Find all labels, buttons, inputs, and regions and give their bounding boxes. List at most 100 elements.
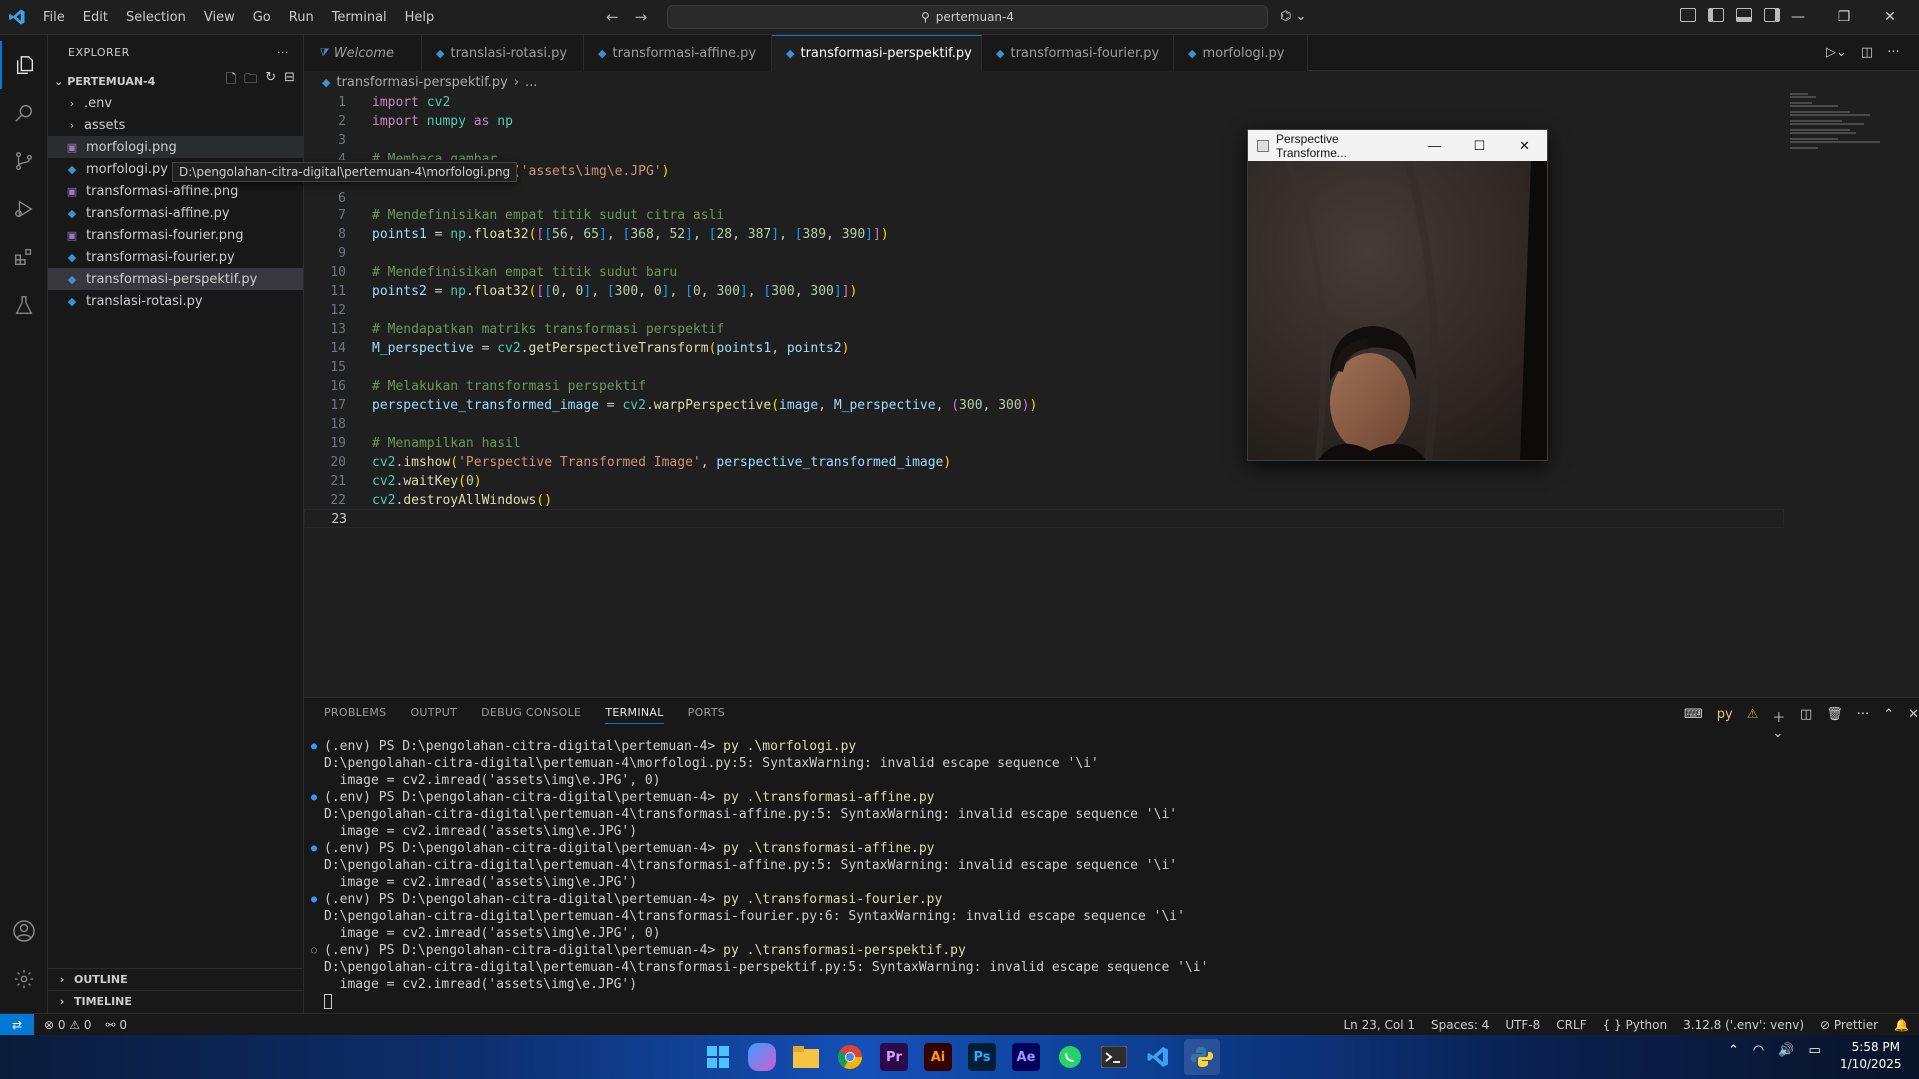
menu-go[interactable]: Go <box>244 0 280 35</box>
terminal-tag[interactable]: py <box>1717 707 1733 741</box>
command-decoration-icon[interactable]: ● <box>311 789 317 806</box>
copilot-icon[interactable]: ⌬ ⌄ <box>1280 9 1306 24</box>
tab-terminal[interactable]: TERMINAL <box>605 706 664 724</box>
minimap[interactable] <box>1790 93 1900 153</box>
toggle-panel-icon[interactable] <box>1736 8 1752 22</box>
ports-status[interactable]: ⚯ 0 <box>106 1018 128 1032</box>
menu-file[interactable]: File <box>34 0 74 35</box>
minimize-icon[interactable]: — <box>1412 138 1457 153</box>
notifications-bell-icon[interactable]: 🔔 <box>1894 1018 1909 1032</box>
warning-icon[interactable]: ⚠ <box>1747 707 1759 741</box>
photoshop-icon[interactable]: Ps <box>968 1043 996 1071</box>
kill-terminal-icon[interactable]: 🗑 <box>1826 707 1843 741</box>
customize-layout-icon[interactable] <box>1680 8 1696 22</box>
split-editor-icon[interactable]: ◫ <box>1861 45 1873 60</box>
wifi-icon[interactable]: ◠ <box>1753 1043 1764 1058</box>
tab-transformasi-perspektif[interactable]: ◆transformasi-perspektif.py✕ <box>772 35 993 71</box>
tree-file-transformasi-affine-png[interactable]: ▣ transformasi-affine.png <box>48 180 303 202</box>
python-taskbar-icon[interactable] <box>1184 1039 1220 1075</box>
command-decoration-icon[interactable]: ● <box>311 840 317 857</box>
prettier-status[interactable]: ⊘ Prettier <box>1820 1018 1878 1032</box>
new-file-icon[interactable]: 🗋 <box>226 70 236 92</box>
accounts-icon[interactable] <box>0 907 48 955</box>
menu-run[interactable]: Run <box>280 0 323 35</box>
maximize-panel-icon[interactable]: ⌃ <box>1883 707 1894 741</box>
after-effects-icon[interactable]: Ae <box>1012 1043 1040 1071</box>
breadcrumb-file[interactable]: transformasi-perspektif.py <box>336 75 507 90</box>
toggle-primary-sidebar-icon[interactable] <box>1708 8 1724 22</box>
tree-folder-env[interactable]: › .env <box>48 92 303 114</box>
code-editor[interactable]: 1 import cv2 2 import numpy as np 3 4 # Mem… <box>304 93 1919 693</box>
close-icon[interactable]: ✕ <box>1867 0 1913 35</box>
explorer-icon[interactable] <box>0 41 48 89</box>
timeline-section[interactable]: › TIMELINE <box>48 990 304 1012</box>
indentation[interactable]: Spaces: 4 <box>1431 1018 1489 1032</box>
end-of-line[interactable]: CRLF <box>1556 1018 1586 1032</box>
collapse-all-icon[interactable]: ⊟ <box>284 70 295 92</box>
opencv-window-titlebar[interactable]: Perspective Transforme... — ☐ ✕ <box>1248 130 1547 161</box>
workspace-folder[interactable]: ⌄ PERTEMUAN-4 🗋 🗀 ↻ ⊟ <box>48 70 303 92</box>
tab-translasi-rotasi[interactable]: ◆ translasi-rotasi.py <box>422 35 584 71</box>
opencv-image-window[interactable]: Perspective Transforme... — ☐ ✕ <box>1247 129 1548 461</box>
tab-transformasi-affine[interactable]: ◆ transformasi-affine.py <box>584 35 772 71</box>
maximize-icon[interactable]: ☐ <box>1457 138 1502 154</box>
volume-icon[interactable]: 🔊 <box>1778 1043 1794 1058</box>
source-control-icon[interactable] <box>0 137 48 185</box>
terminal-output[interactable]: ● (.env) PS D:\pengolahan-citra-digital\p… <box>304 738 1904 1010</box>
cursor-position[interactable]: Ln 23, Col 1 <box>1343 1018 1415 1032</box>
settings-gear-icon[interactable] <box>0 955 48 1003</box>
terminal-profile-icon[interactable]: ⌨ <box>1684 707 1703 741</box>
tab-transformasi-fourier[interactable]: ◆ transformasi-fourier.py <box>982 35 1174 71</box>
terminal-app-icon[interactable] <box>1096 1039 1132 1075</box>
tree-file-transformasi-fourier-py[interactable]: ◆ transformasi-fourier.py <box>48 246 303 268</box>
taskbar-clock[interactable]: 5:58 PM 1/10/2025 <box>1840 1039 1902 1073</box>
new-folder-icon[interactable]: 🗀 <box>244 70 257 92</box>
search-icon[interactable] <box>0 89 48 137</box>
tree-folder-assets[interactable]: › assets <box>48 114 303 136</box>
battery-icon[interactable]: ▭ <box>1808 1043 1820 1058</box>
testing-icon[interactable] <box>0 281 48 329</box>
tree-file-transformasi-fourier-png[interactable]: ▣ transformasi-fourier.png <box>48 224 303 246</box>
command-decoration-icon[interactable]: ● <box>311 891 317 908</box>
tab-debug-console[interactable]: DEBUG CONSOLE <box>481 706 581 724</box>
breadcrumb-rest[interactable]: ... <box>525 75 537 90</box>
more-actions-icon[interactable]: ··· <box>1857 707 1869 741</box>
chevron-up-icon[interactable]: ⌃ <box>1728 1043 1739 1058</box>
tree-file-morfologi-png[interactable]: ▣ morfologi.png <box>48 136 303 158</box>
outline-section[interactable]: › OUTLINE <box>48 968 304 990</box>
menu-selection[interactable]: Selection <box>117 0 195 35</box>
problems-status[interactable]: ⊗ 0 ⚠ 0 <box>44 1018 92 1032</box>
refresh-icon[interactable]: ↻ <box>265 70 276 92</box>
illustrator-icon[interactable]: Ai <box>924 1043 952 1071</box>
close-panel-icon[interactable]: ✕ <box>1908 707 1919 741</box>
windows-start-icon[interactable] <box>700 1039 736 1075</box>
chrome-icon[interactable] <box>832 1039 868 1075</box>
close-icon[interactable]: ✕ <box>1502 138 1547 154</box>
run-and-debug-icon[interactable] <box>0 185 48 233</box>
command-center-search[interactable]: ⚲ pertemuan-4 <box>667 5 1268 29</box>
back-arrow-icon[interactable]: ← <box>606 8 619 26</box>
more-actions-icon[interactable]: ··· <box>277 46 289 59</box>
premiere-pro-icon[interactable]: Pr <box>880 1043 908 1071</box>
menu-terminal[interactable]: Terminal <box>323 0 396 35</box>
extensions-icon[interactable] <box>0 233 48 281</box>
tree-file-transformasi-affine-py[interactable]: ◆ transformasi-affine.py <box>48 202 303 224</box>
tab-morfologi[interactable]: ◆ morfologi.py <box>1174 35 1308 71</box>
minimize-icon[interactable]: — <box>1775 0 1821 35</box>
file-explorer-icon[interactable] <box>788 1039 824 1075</box>
copilot-app-icon[interactable] <box>748 1043 776 1071</box>
tree-file-transformasi-perspektif-py[interactable]: ◆ transformasi-perspektif.py <box>48 268 303 290</box>
menu-help[interactable]: Help <box>396 0 444 35</box>
language-mode[interactable]: { } Python <box>1603 1018 1668 1032</box>
vscode-taskbar-icon[interactable] <box>1140 1039 1176 1075</box>
forward-arrow-icon[interactable]: → <box>635 8 648 26</box>
restore-icon[interactable]: ❐ <box>1821 0 1867 35</box>
tab-welcome[interactable]: ⧩ Welcome <box>304 35 422 71</box>
remote-indicator-icon[interactable]: ⇄ <box>0 1013 34 1036</box>
menu-view[interactable]: View <box>195 0 244 35</box>
tab-ports[interactable]: PORTS <box>688 706 725 724</box>
command-decoration-icon[interactable]: ○ <box>311 942 317 959</box>
new-terminal-icon[interactable]: ＋⌄ <box>1772 707 1786 741</box>
more-actions-icon[interactable]: ··· <box>1887 45 1899 60</box>
tab-output[interactable]: OUTPUT <box>410 706 457 724</box>
